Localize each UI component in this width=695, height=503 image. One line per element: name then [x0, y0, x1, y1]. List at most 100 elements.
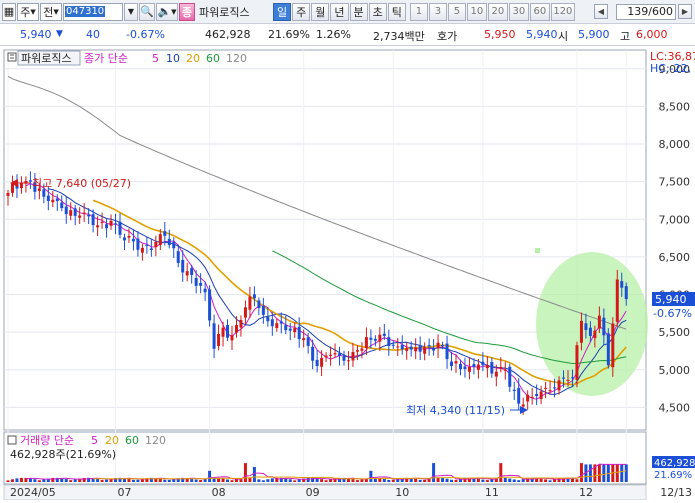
interval-3[interactable]: 3 — [428, 2, 447, 21]
candle-body — [252, 294, 256, 299]
volume-ratio-tag: 21.69% — [654, 470, 692, 481]
volume-bar — [499, 463, 503, 482]
x-tick-label: 2024/05 — [10, 486, 56, 499]
sound-button[interactable]: 🔈 ▼ — [156, 2, 178, 21]
candle-body — [279, 321, 283, 324]
candle-body — [10, 183, 14, 193]
candle-body — [118, 221, 122, 235]
period-month[interactable]: 월 — [311, 2, 330, 21]
chevron-down-icon: ▼ — [53, 7, 59, 16]
type-select[interactable]: 전 ▼ — [40, 2, 62, 21]
period-second[interactable]: 초 — [368, 2, 387, 21]
chart-area[interactable]: 4,5005,0005,5006,0006,5007,0007,5008,000… — [0, 46, 695, 501]
candle-body — [109, 220, 113, 226]
volume-bar — [158, 478, 162, 482]
candle-body — [548, 390, 552, 392]
candle-body — [450, 361, 454, 367]
ma-legend-label: 종가 단순 — [84, 52, 128, 65]
period-day[interactable]: 일 — [273, 2, 292, 21]
candle-body — [494, 371, 498, 377]
candle-body — [261, 305, 265, 315]
volume-bar — [37, 480, 41, 482]
candle-body — [606, 333, 610, 366]
interval-1[interactable]: 1 — [409, 2, 428, 21]
candle-body — [154, 241, 158, 248]
bid-price: 5,940 — [526, 28, 558, 41]
search-button[interactable]: 🔍 — [139, 2, 155, 21]
y-tick-label: 6,500 — [659, 251, 691, 264]
stock-info-button[interactable]: 종 — [179, 2, 195, 21]
y-tick-label: 7,500 — [659, 176, 691, 189]
volume-bar — [423, 479, 427, 482]
candle-body — [391, 344, 395, 346]
candle-body — [579, 320, 583, 343]
candle-body — [620, 281, 624, 288]
interval-5[interactable]: 5 — [447, 2, 466, 21]
candle-body — [467, 366, 471, 372]
interval-30[interactable]: 30 — [508, 2, 529, 21]
grid-menu-icon[interactable]: ▦ — [2, 2, 16, 21]
y-tick-label: 4,500 — [659, 401, 691, 414]
price-change: 40 — [86, 28, 100, 41]
volume-bar — [454, 479, 458, 482]
volume-bar — [199, 480, 203, 482]
candle-body — [535, 393, 539, 397]
chart-panels — [3, 49, 647, 501]
candle-body — [602, 317, 606, 336]
period-minute[interactable]: 분 — [349, 2, 368, 21]
x-tick-label: 10 — [395, 486, 409, 499]
interval-120[interactable]: 120 — [550, 2, 575, 21]
candle-body — [69, 210, 73, 216]
market-select[interactable]: 주 ▼ — [17, 2, 39, 21]
volume-bar — [445, 478, 449, 482]
period-tick[interactable]: 틱 — [387, 2, 406, 21]
volume-bar — [476, 478, 480, 482]
volume-bar — [508, 478, 512, 482]
price-chart-svg[interactable]: 4,5005,0005,5006,0006,5007,0007,5008,000… — [0, 46, 695, 501]
volume-bar — [512, 479, 516, 482]
stock-code-input[interactable]: 047310 — [63, 2, 123, 21]
candle-body — [60, 202, 64, 209]
code-dropdown-button[interactable]: ▼ — [124, 2, 138, 21]
candle-body — [46, 195, 50, 201]
scroll-left-button[interactable]: ◀ — [594, 4, 608, 19]
period-year[interactable]: 년 — [330, 2, 349, 21]
candle-body — [163, 231, 167, 236]
candle-body — [293, 328, 297, 333]
interval-10[interactable]: 10 — [466, 2, 487, 21]
volume-bar — [69, 480, 73, 482]
volume-bar — [15, 478, 19, 482]
candle-body — [503, 369, 507, 371]
period-week[interactable]: 주 — [292, 2, 311, 21]
volume-bar — [248, 477, 252, 482]
candle-body — [454, 361, 458, 364]
down-arrow-icon: ▼ — [56, 29, 63, 39]
volume-tag: 462,928 — [654, 458, 695, 469]
candle-body — [105, 224, 109, 229]
candle-body — [360, 348, 364, 351]
candle-body — [234, 325, 238, 333]
volume-legend-label: 거래량 단순 — [20, 434, 74, 447]
interval-60[interactable]: 60 — [529, 2, 550, 21]
candle-body — [382, 333, 386, 336]
volume-bar — [261, 480, 265, 482]
candle-body — [441, 345, 445, 347]
candle-body — [476, 364, 480, 370]
x-axis-band — [3, 484, 647, 501]
candle-body — [458, 363, 462, 370]
interval-20[interactable]: 20 — [487, 2, 508, 21]
ask-price: 5,950 — [484, 28, 516, 41]
scroll-right-button[interactable]: ▶ — [678, 4, 692, 19]
volume-bar — [297, 479, 301, 482]
candle-body — [338, 353, 342, 356]
bar-count-input[interactable]: 139/600 — [616, 4, 676, 20]
ma-legend-120: 120 — [226, 52, 247, 65]
candle-body — [270, 319, 274, 327]
candle-body — [275, 323, 279, 329]
volume-bar — [624, 464, 628, 482]
candle-body — [432, 348, 436, 351]
candle-body — [611, 323, 615, 368]
candle-body — [414, 347, 418, 352]
candle-body — [364, 337, 368, 348]
candle-body — [239, 320, 243, 328]
